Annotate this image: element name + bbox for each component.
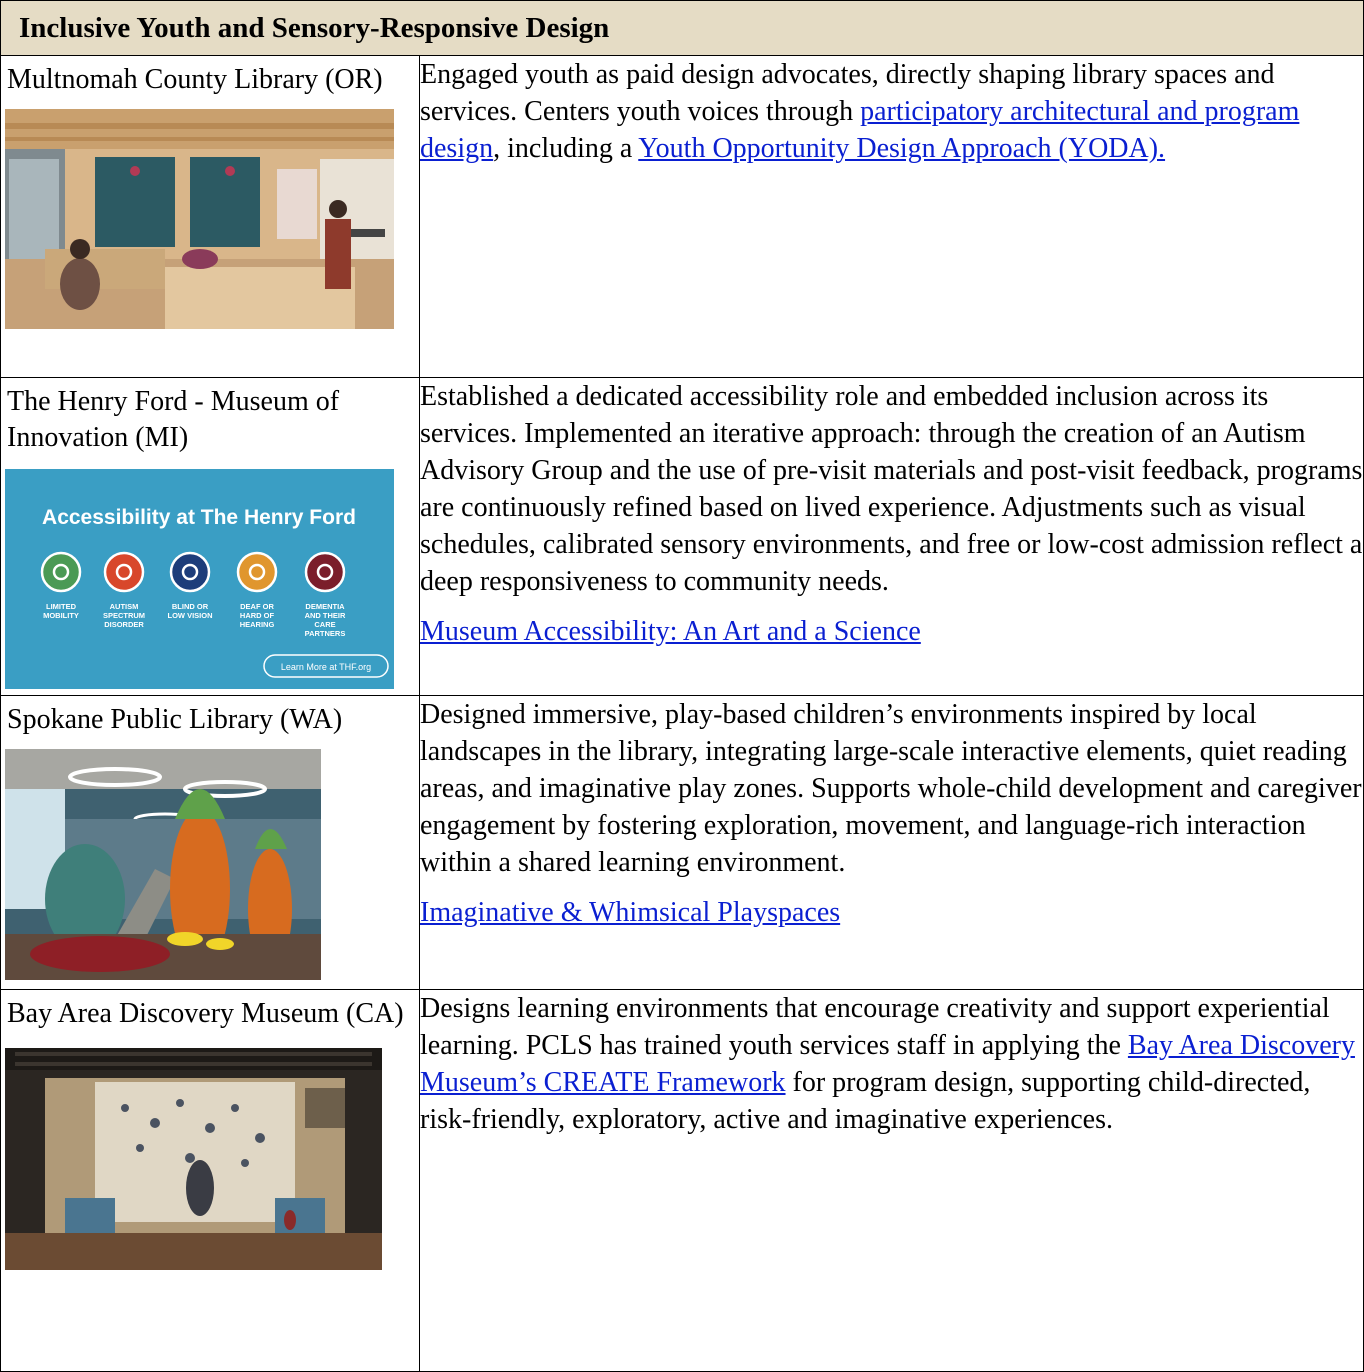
accessibility-category-label: DISORDER bbox=[104, 620, 144, 629]
accessibility-category-icon bbox=[236, 551, 278, 593]
description-text: Established a dedicated accessibility ro… bbox=[420, 381, 1363, 597]
yoda-link[interactable]: Youth Opportunity Design Approach (YODA)… bbox=[638, 133, 1165, 164]
institution-name: The Henry Ford - Museum of Innovation (M… bbox=[7, 386, 340, 453]
description-cell: Designed immersive, play-based children’… bbox=[419, 695, 1364, 990]
accessibility-category-label: AUTISM bbox=[110, 602, 139, 611]
institution-name: Multnomah County Library (OR) bbox=[7, 64, 383, 95]
accessibility-category-label: SPECTRUM bbox=[103, 611, 145, 620]
description-text: Engaged youth as paid design advocates, … bbox=[420, 59, 1300, 164]
table-header-title: Inclusive Youth and Sensory-Responsive D… bbox=[19, 11, 610, 44]
childrens-play-area-photo bbox=[5, 749, 321, 980]
institution-name: Spokane Public Library (WA) bbox=[7, 704, 343, 735]
accessibility-category-label: LOW VISION bbox=[168, 611, 213, 620]
name-cell: Spokane Public Library (WA) bbox=[0, 695, 420, 990]
description-text: Designs learning environments that encou… bbox=[420, 993, 1355, 1135]
accessibility-category-label: LIMITED bbox=[46, 602, 77, 611]
playspaces-link[interactable]: Imaginative & Whimsical Playspaces bbox=[420, 897, 840, 928]
name-cell: The Henry Ford - Museum of Innovation (M… bbox=[0, 377, 420, 696]
accessibility-banner-image: Accessibility at The Henry Ford LIMITED M… bbox=[5, 469, 394, 689]
library-youth-space-photo bbox=[5, 109, 394, 329]
description-cell: Designs learning environments that encou… bbox=[419, 989, 1364, 1372]
accessibility-category-label: PARTNERS bbox=[305, 629, 346, 638]
name-cell: Bay Area Discovery Museum (CA) bbox=[0, 989, 420, 1372]
table-row: The Henry Ford - Museum of Innovation (M… bbox=[0, 377, 1364, 696]
table-header: Inclusive Youth and Sensory-Responsive D… bbox=[0, 0, 1364, 56]
description-cell: Engaged youth as paid design advocates, … bbox=[419, 55, 1364, 378]
accessibility-category-label: HARD OF bbox=[240, 611, 275, 620]
table-row: Multnomah County Library (OR) Engaged yo… bbox=[0, 55, 1364, 378]
accessibility-category-icon bbox=[40, 551, 82, 593]
accessibility-category-label: MOBILITY bbox=[43, 611, 79, 620]
accessibility-category-icon bbox=[169, 551, 211, 593]
banner-learn-more: Learn More at THF.org bbox=[281, 662, 371, 672]
discovery-museum-studio-photo bbox=[5, 1048, 382, 1270]
institution-name: Bay Area Discovery Museum (CA) bbox=[7, 998, 404, 1029]
banner-title: Accessibility at The Henry Ford bbox=[42, 506, 356, 529]
description-text: Designed immersive, play-based children’… bbox=[420, 699, 1362, 878]
accessibility-category-label: DEMENTIA bbox=[305, 602, 345, 611]
description-cell: Established a dedicated accessibility ro… bbox=[419, 377, 1364, 696]
museum-accessibility-link[interactable]: Museum Accessibility: An Art and a Scien… bbox=[420, 616, 921, 647]
name-cell: Multnomah County Library (OR) bbox=[0, 55, 420, 378]
accessibility-category-label: DEAF OR bbox=[240, 602, 274, 611]
profiles-table: Inclusive Youth and Sensory-Responsive D… bbox=[0, 0, 1364, 1372]
accessibility-category-icon bbox=[304, 551, 346, 593]
accessibility-category-icon bbox=[103, 551, 145, 593]
table-row: Bay Area Discovery Museum (CA) Designs l… bbox=[0, 989, 1364, 1372]
table-row: Spokane Public Library (WA) Designed imm… bbox=[0, 695, 1364, 990]
accessibility-category-label: AND THEIR bbox=[305, 611, 346, 620]
accessibility-category-label: BLIND OR bbox=[172, 602, 209, 611]
accessibility-category-label: HEARING bbox=[240, 620, 275, 629]
accessibility-category-label: CARE bbox=[314, 620, 335, 629]
